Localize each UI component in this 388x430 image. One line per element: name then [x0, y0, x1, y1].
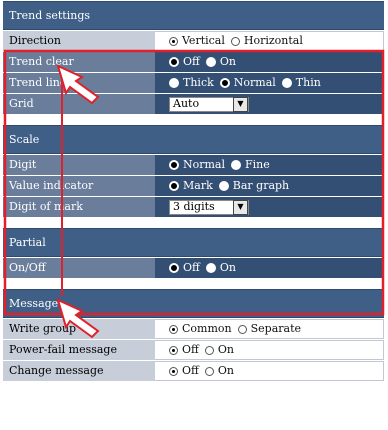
arrow-cursor-icon	[56, 298, 100, 339]
arrow-cursor-icon	[56, 64, 100, 105]
highlight-overlay	[3, 49, 385, 339]
